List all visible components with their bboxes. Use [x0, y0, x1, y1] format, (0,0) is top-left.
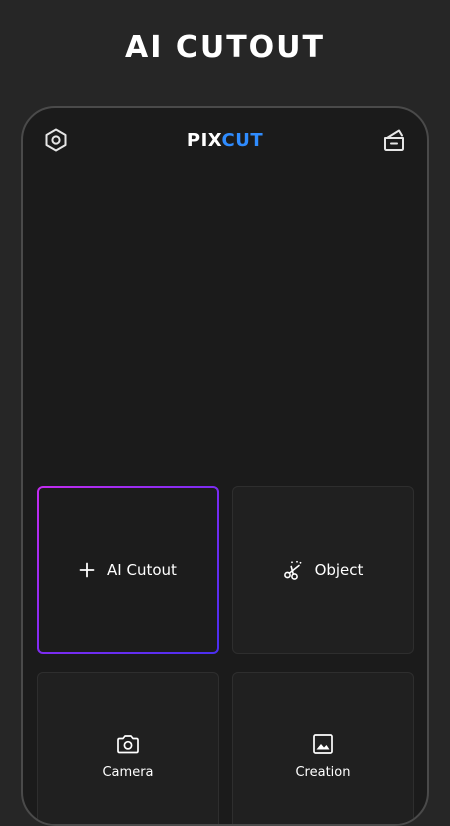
camera-label: Camera — [102, 764, 154, 780]
creation-label: Creation — [295, 764, 351, 780]
promo-headline: AI CUTOUT — [125, 30, 325, 65]
logo-cut: CUT — [221, 130, 264, 151]
camera-icon — [117, 734, 139, 753]
object-card[interactable]: Object — [232, 486, 414, 654]
image-icon — [313, 733, 333, 754]
plus-icon — [79, 562, 95, 578]
object-label: Object — [314, 561, 364, 579]
app-top-bar: PIXCUT — [23, 108, 427, 174]
logo-pix: PIX — [186, 130, 222, 151]
phone-frame: PIXCUT AI Cutout Object Camera Creation — [21, 106, 429, 826]
creation-card[interactable]: Creation — [232, 672, 414, 824]
cart-icon — [384, 129, 404, 151]
scissors-icon — [283, 560, 301, 580]
ai-cutout-label: AI Cutout — [107, 561, 177, 579]
cart-button[interactable] — [381, 127, 407, 153]
app-logo: PIXCUT — [23, 130, 427, 151]
ai-cutout-card[interactable]: AI Cutout — [37, 486, 219, 654]
camera-card[interactable]: Camera — [37, 672, 219, 824]
